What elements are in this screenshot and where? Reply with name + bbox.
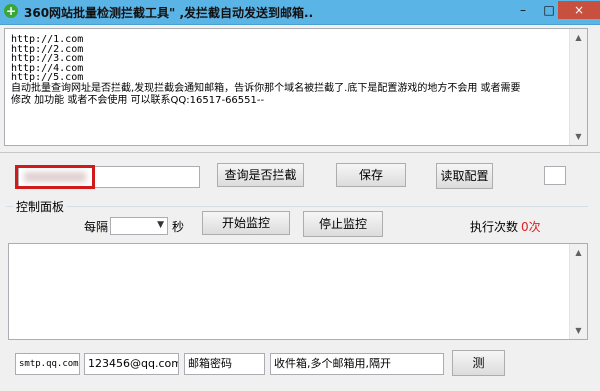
password-field[interactable]: 邮箱密码: [184, 353, 265, 375]
interval-label: 每隔: [84, 220, 109, 234]
control-panel-title: 控制面板: [14, 198, 67, 215]
seconds-label: 秒: [172, 220, 185, 234]
exec-count-value: 0次: [521, 220, 541, 234]
log-line: http://3.com: [11, 53, 84, 65]
smtp-field[interactable]: smtp.qq.com: [15, 353, 80, 375]
chevron-down-icon: ▼: [157, 220, 164, 230]
interval-select[interactable]: ▼: [110, 217, 168, 235]
log-scrollbar[interactable]: ▲ ▼: [569, 29, 587, 145]
stop-monitor-button[interactable]: 停止监控: [303, 211, 383, 237]
exec-count-label: 执行次数: [470, 220, 519, 234]
save-button[interactable]: 保存: [336, 163, 406, 187]
output-scrollbar[interactable]: ▲ ▼: [569, 244, 587, 339]
highlight-box: [15, 165, 95, 189]
log-line: http://1.com: [11, 34, 84, 45]
email-field[interactable]: 123456@qq.com: [84, 353, 179, 375]
scroll-down-icon[interactable]: ▼: [570, 128, 587, 145]
log-line: http://4.com: [11, 62, 84, 74]
window-title: 360网站批量检测拦截工具" ,发拦截自动发送到邮箱..: [24, 6, 314, 20]
app-icon: +: [4, 4, 18, 18]
test-button[interactable]: 测: [452, 350, 505, 376]
log-line: 修改 加功能 或者不会使用 可以联系QQ:16517-66551--: [11, 94, 265, 106]
query-button[interactable]: 查询是否拦截: [217, 163, 304, 187]
log-line: 自动批量查询网址是否拦截,发现拦截会通知邮箱，告诉你那个域名被拦截了.底下是配置…: [11, 82, 521, 94]
output-textarea[interactable]: ▲ ▼: [8, 243, 588, 340]
recipients-field[interactable]: 收件箱,多个邮箱用,隔开: [270, 353, 444, 375]
log-textarea[interactable]: http://1.com http://2.com http://3.com h…: [4, 28, 588, 146]
log-content: http://1.com http://2.com http://3.com h…: [11, 35, 571, 107]
separator: [0, 152, 600, 153]
log-line: http://2.com: [11, 43, 84, 55]
checkbox-field[interactable]: [544, 166, 566, 185]
start-monitor-button[interactable]: 开始监控: [202, 211, 290, 235]
close-button[interactable]: ×: [558, 1, 600, 19]
scroll-up-icon[interactable]: ▲: [570, 244, 587, 261]
title-bar: + 360网站批量检测拦截工具" ,发拦截自动发送到邮箱.. – □ ×: [0, 0, 600, 25]
minimize-button[interactable]: –: [510, 1, 536, 19]
scroll-down-icon[interactable]: ▼: [570, 322, 587, 339]
app-window: + 360网站批量检测拦截工具" ,发拦截自动发送到邮箱.. – □ × htt…: [0, 0, 600, 391]
load-config-button[interactable]: 读取配置: [436, 163, 493, 189]
log-line: http://5.com: [11, 72, 84, 84]
scroll-up-icon[interactable]: ▲: [570, 29, 587, 46]
